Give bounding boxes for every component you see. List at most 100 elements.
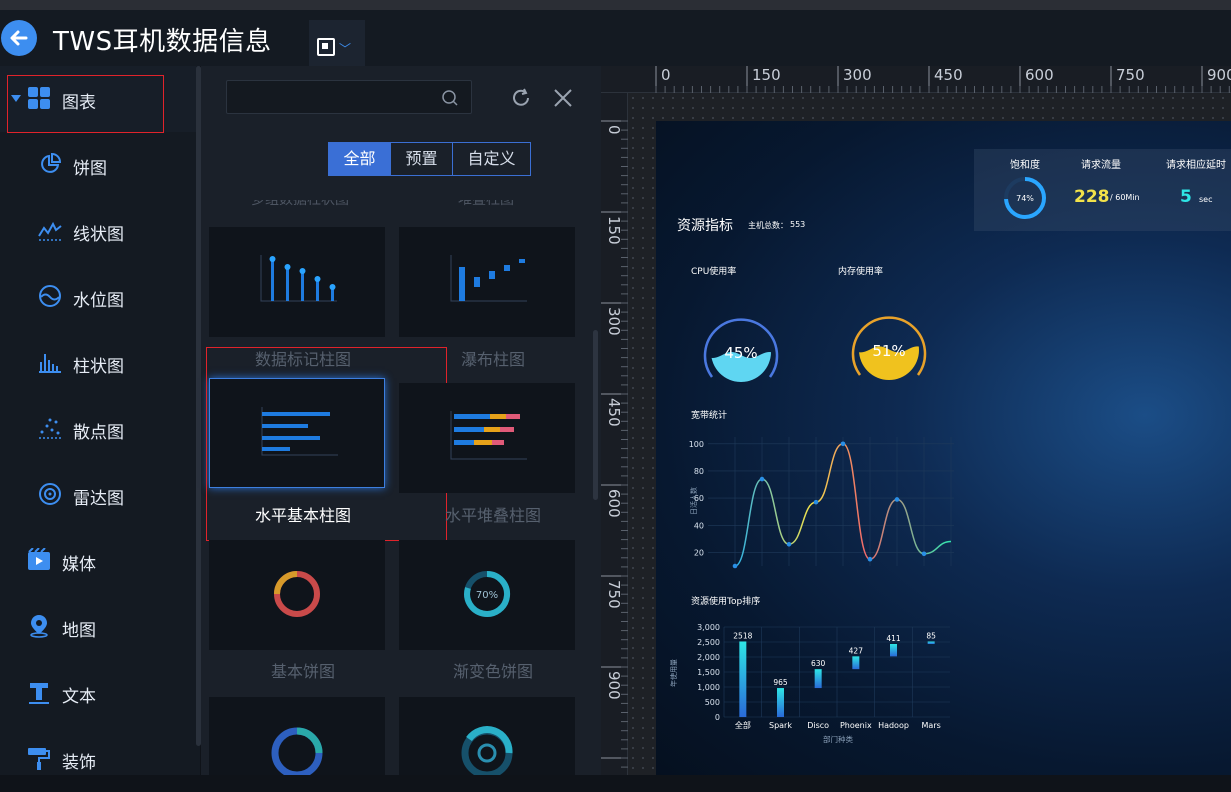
sidebar-item-decoration[interactable]: 装饰 bbox=[0, 726, 196, 792]
thumb-label: 基本饼图 bbox=[270, 662, 335, 681]
bar bbox=[739, 641, 747, 717]
ruler-label: 150 bbox=[605, 216, 623, 245]
refresh-icon[interactable] bbox=[510, 87, 532, 109]
sidebar-item-bar[interactable]: 柱状图 bbox=[0, 330, 196, 396]
ruler-label: 600 bbox=[1025, 66, 1054, 84]
thumb-label-clipped: 堆叠柱图 bbox=[458, 200, 514, 208]
memory-value: 51% bbox=[872, 342, 905, 360]
ruler-label: 750 bbox=[1116, 66, 1145, 84]
data-point bbox=[921, 551, 927, 557]
ruler-label: 150 bbox=[752, 66, 781, 84]
ruler-label: 300 bbox=[605, 307, 623, 336]
thumb-waterfall-bar[interactable] bbox=[399, 227, 575, 337]
sidebar-item-label: 线状图 bbox=[73, 225, 124, 245]
y-tick-label: 2,000 bbox=[697, 653, 720, 662]
data-point bbox=[840, 441, 846, 447]
filter-preset-button[interactable]: 预置 bbox=[390, 142, 453, 176]
data-label: 427 bbox=[849, 646, 864, 655]
kpi-panel: 饱和度 74% 请求流量 228 / 60Min 请求相应延时 5 sec bbox=[974, 149, 1231, 231]
line-chart-icon bbox=[38, 221, 62, 241]
kpi-value: 5 bbox=[1180, 187, 1192, 207]
kpi-unit: sec bbox=[1199, 195, 1213, 204]
ruler-horizontal: 0 150 300 450 600 750 900 bbox=[601, 66, 1231, 93]
y-tick-label: 1,500 bbox=[697, 668, 720, 677]
filter-custom-button[interactable]: 自定义 bbox=[452, 142, 531, 176]
sidebar-item-label: 散点图 bbox=[73, 423, 124, 443]
media-icon bbox=[28, 548, 50, 570]
thumb-horizontal-stacked-bar[interactable] bbox=[399, 383, 575, 493]
resource-top-bar-chart: 0 500 1,000 1,500 2,000 2,500 3,000 2518 965 630… bbox=[669, 623, 950, 744]
host-count-value: 553 bbox=[790, 220, 806, 229]
sidebar-item-text[interactable]: 文本 bbox=[0, 660, 196, 726]
filter-all-button[interactable]: 全部 bbox=[328, 142, 391, 176]
map-pin-icon bbox=[30, 615, 48, 638]
search-icon bbox=[442, 90, 458, 106]
panel-scrollbar[interactable] bbox=[593, 330, 598, 500]
back-button[interactable] bbox=[1, 20, 37, 56]
arrow-left-icon bbox=[10, 30, 28, 46]
thumb-data-mark-bar[interactable] bbox=[209, 227, 385, 337]
app-title: TWS耳机数据信息 bbox=[53, 27, 272, 57]
data-point bbox=[894, 497, 900, 502]
bar bbox=[814, 669, 822, 689]
y-tick-label: 80 bbox=[694, 467, 704, 476]
data-point bbox=[867, 556, 873, 562]
memory-water-gauge: 51% bbox=[851, 316, 927, 380]
close-icon[interactable] bbox=[552, 87, 574, 109]
waterfall-chart-thumbnail bbox=[450, 255, 527, 302]
sidebar-item-radar[interactable]: 雷达图 bbox=[0, 462, 196, 528]
thumb-label-clipped: 多组数据柱状图 bbox=[251, 200, 349, 208]
ruler-label: 450 bbox=[934, 66, 963, 84]
sidebar-item-map[interactable]: 地图 bbox=[0, 594, 196, 660]
bar-chart-thumbnail bbox=[260, 255, 337, 302]
thumb-ring-pie-2[interactable] bbox=[399, 697, 575, 775]
y-tick-label: 500 bbox=[705, 698, 720, 707]
ruler-label: 900 bbox=[605, 671, 623, 700]
data-label: 2518 bbox=[733, 631, 752, 640]
ruler-label: 0 bbox=[605, 125, 623, 135]
sidebar-item-wave[interactable]: 水位图 bbox=[0, 264, 196, 330]
highlight-box bbox=[7, 75, 164, 133]
sidebar-item-pie[interactable]: 饼图 bbox=[0, 132, 196, 198]
thumb-ring-pie[interactable] bbox=[209, 697, 385, 775]
top-rank-xlabel: 部门种类 bbox=[823, 734, 853, 744]
ring-thumbnail bbox=[461, 726, 513, 775]
kpi-label: 请求流量 bbox=[1081, 160, 1121, 171]
ruler-label: 450 bbox=[605, 398, 623, 427]
search-input[interactable] bbox=[226, 80, 472, 114]
y-tick-label: 20 bbox=[694, 548, 704, 557]
resources-title: 资源指标 bbox=[677, 218, 733, 234]
gradient-pie-thumbnail: 70% bbox=[464, 570, 511, 617]
text-icon bbox=[29, 683, 49, 704]
wave-icon bbox=[39, 285, 61, 307]
data-point bbox=[786, 541, 792, 547]
sidebar-item-label: 柱状图 bbox=[73, 357, 124, 377]
x-tick-label: Disco bbox=[807, 721, 829, 730]
thumb-gradient-pie[interactable]: 70% bbox=[399, 540, 575, 650]
ruler-label: 0 bbox=[661, 66, 671, 84]
pie-percent-text: 70% bbox=[476, 590, 498, 601]
top-rank-title: 资源使用Top排序 bbox=[691, 597, 761, 607]
sidebar-item-label: 文本 bbox=[62, 687, 96, 707]
x-tick-label: Mars bbox=[922, 721, 941, 730]
ring-thumbnail bbox=[271, 727, 323, 775]
sidebar-item-label: 媒体 bbox=[62, 555, 96, 575]
bar bbox=[777, 688, 784, 717]
chevron-down-icon: ﹀ bbox=[339, 42, 352, 56]
top-rank-ylabel: 年使用量 bbox=[669, 659, 678, 687]
window-top-strip bbox=[0, 0, 1231, 10]
radar-icon bbox=[39, 483, 61, 505]
x-tick-label: 全部 bbox=[735, 720, 751, 730]
sidebar-item-scatter[interactable]: 散点图 bbox=[0, 396, 196, 462]
sidebar-item-label: 水位图 bbox=[73, 291, 124, 311]
kpi-value: 74% bbox=[1016, 194, 1034, 203]
sidebar-item-media[interactable]: 媒体 bbox=[0, 528, 196, 594]
thumb-basic-pie[interactable] bbox=[209, 540, 385, 650]
pie-thumbnail bbox=[274, 571, 320, 617]
thumb-label: 水平堆叠柱图 bbox=[444, 506, 541, 525]
paint-roller-icon bbox=[28, 748, 50, 770]
dashboard-screen[interactable]: 饱和度 74% 请求流量 228 / 60Min 请求相应延时 5 sec 资源… bbox=[656, 121, 1231, 775]
sidebar-item-line[interactable]: 线状图 bbox=[0, 198, 196, 264]
kpi-label: 请求相应延时 bbox=[1166, 160, 1226, 171]
bar bbox=[890, 644, 897, 657]
